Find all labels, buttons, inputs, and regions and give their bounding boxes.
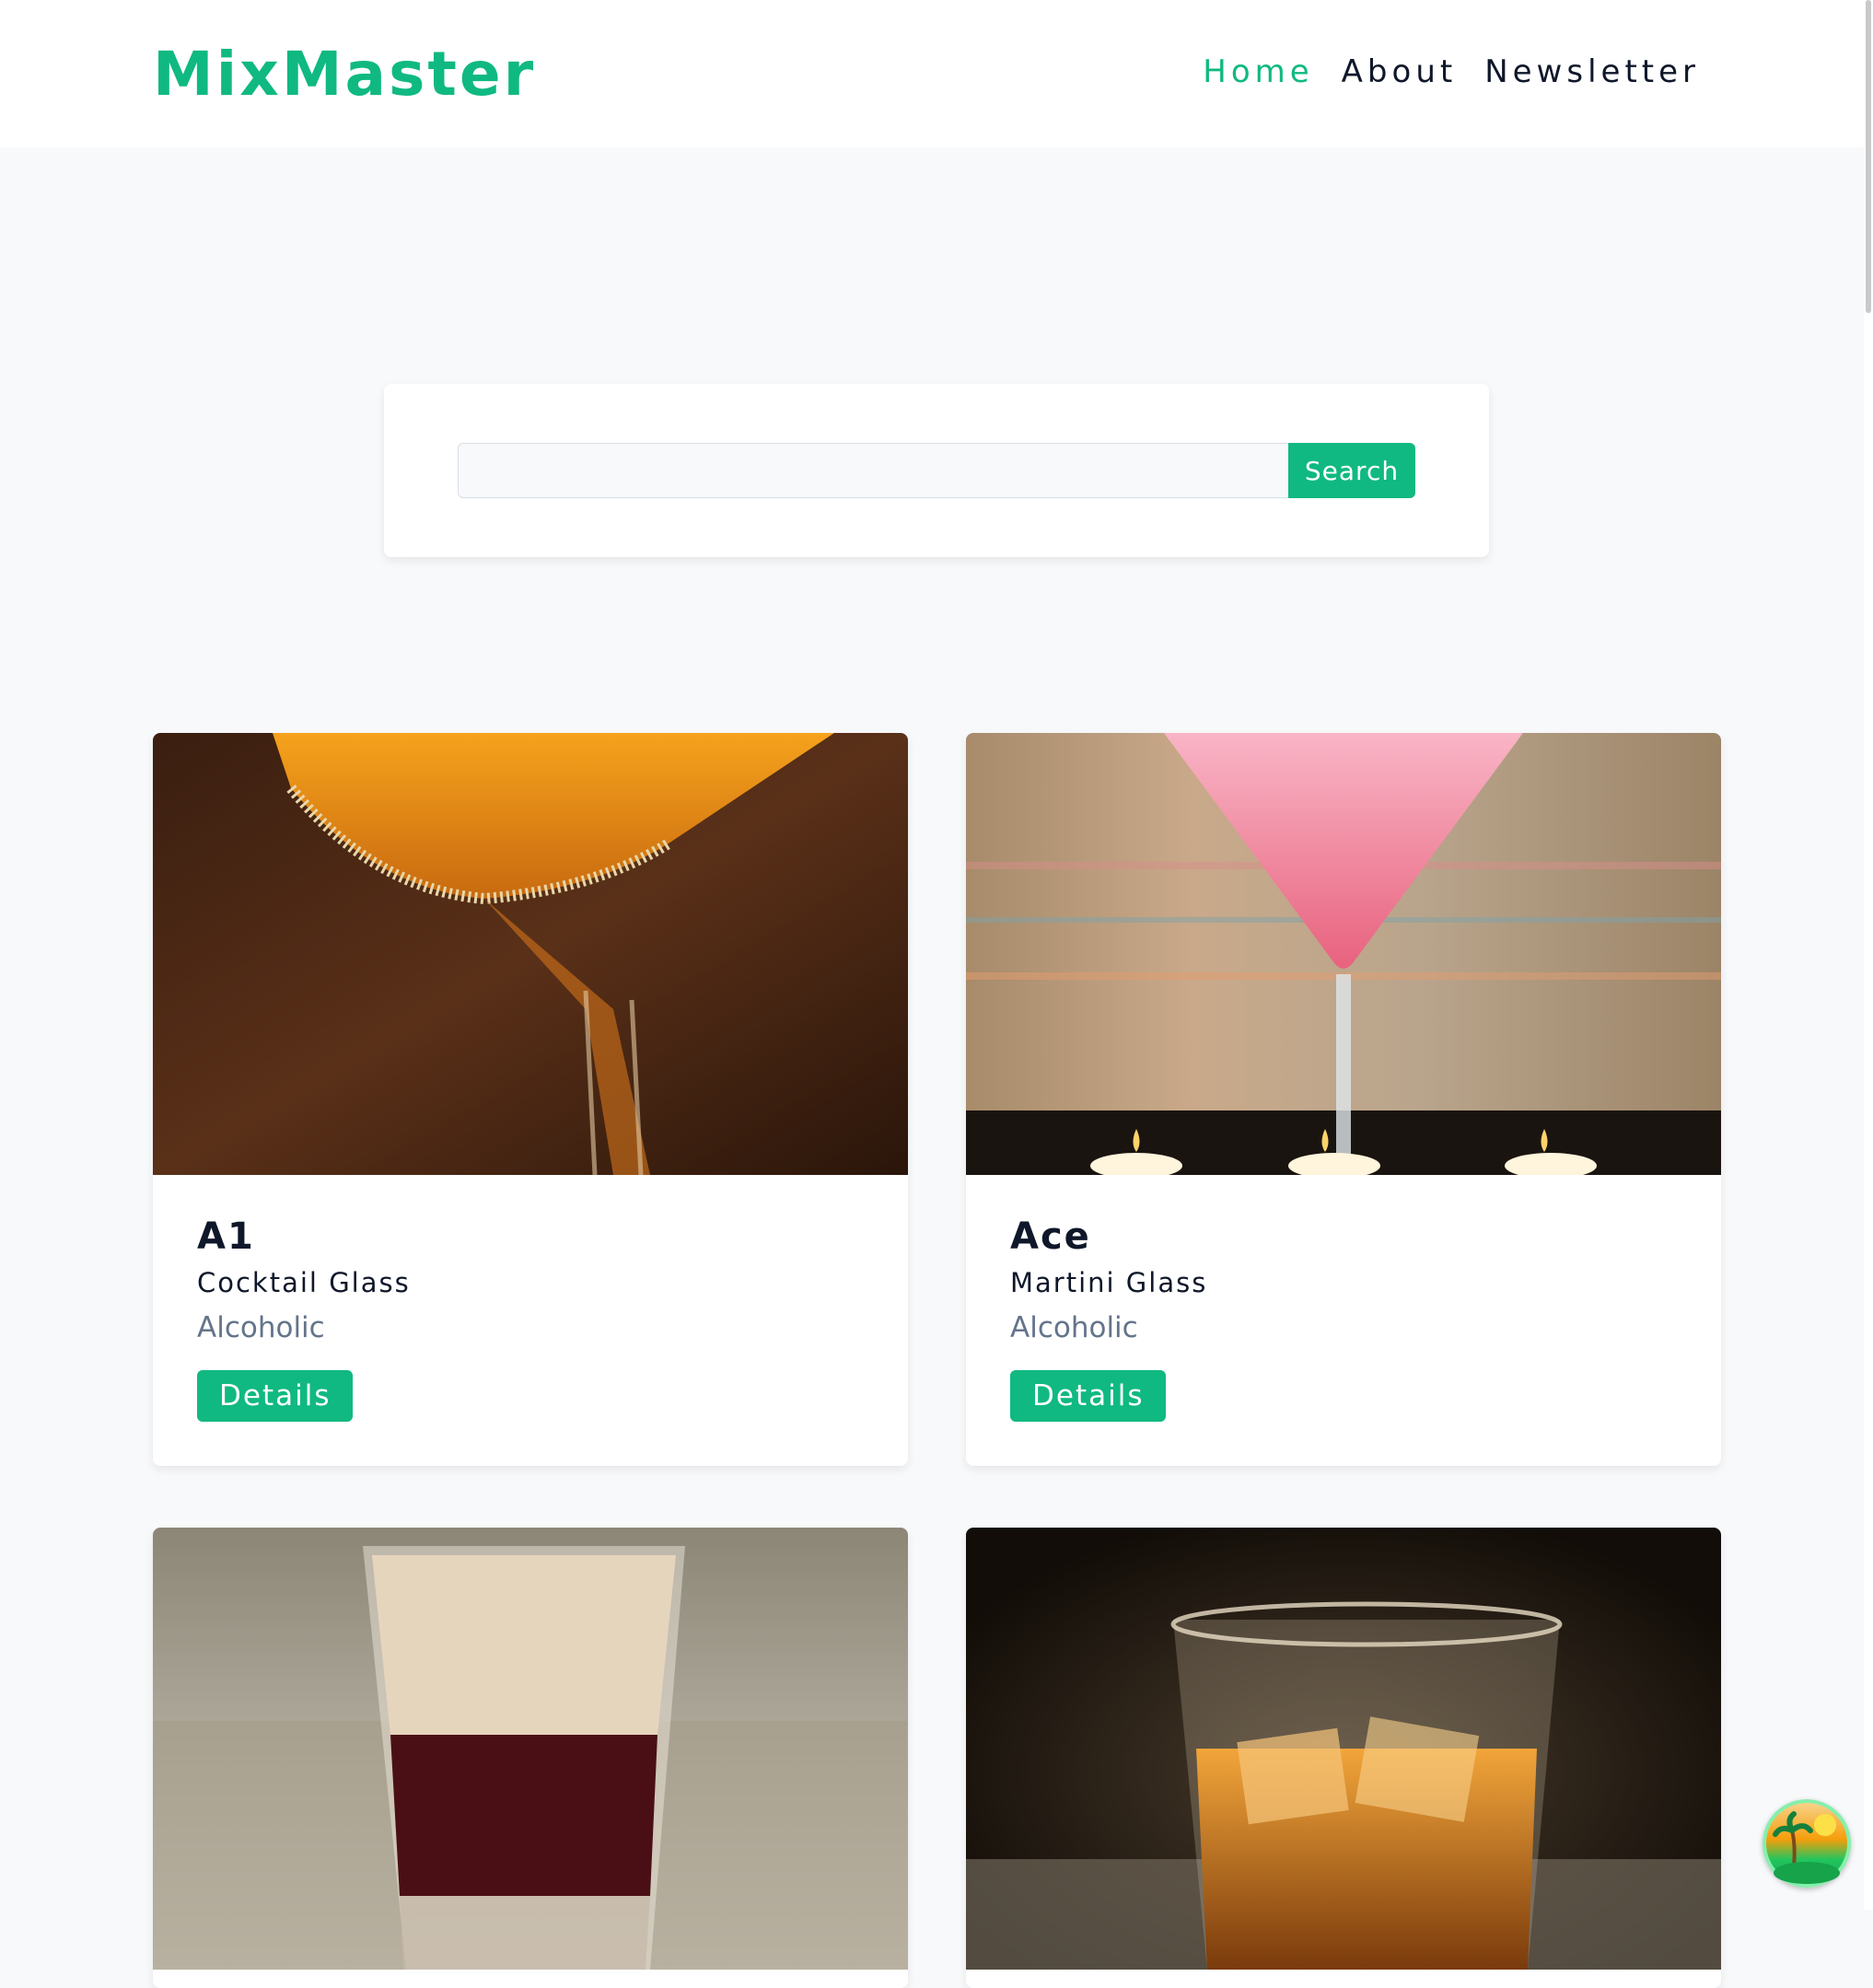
- nav-link-home[interactable]: Home: [1203, 53, 1313, 90]
- search-form: Search: [384, 384, 1489, 557]
- cocktail-card: [966, 1528, 1721, 1988]
- nav-link-newsletter[interactable]: Newsletter: [1484, 53, 1700, 90]
- navbar: MixMaster Home About Newsletter: [0, 0, 1864, 147]
- beach-island-icon[interactable]: [1762, 1799, 1851, 1888]
- search-input[interactable]: [458, 443, 1290, 498]
- cocktail-image: [966, 733, 1721, 1175]
- card-body: Ace Martini Glass Alcoholic Details: [966, 1175, 1721, 1466]
- cocktail-image: [153, 733, 908, 1175]
- cocktail-name: A1: [197, 1215, 255, 1258]
- scrollbar[interactable]: [1864, 0, 1873, 1910]
- details-button[interactable]: Details: [1010, 1370, 1167, 1422]
- cocktail-type: Alcoholic: [1010, 1311, 1138, 1344]
- nav-links: Home About Newsletter: [1203, 53, 1700, 90]
- scrollbar-thumb[interactable]: [1866, 0, 1871, 313]
- site-logo[interactable]: MixMaster: [153, 39, 536, 110]
- cocktail-type: Alcoholic: [197, 1311, 325, 1344]
- cocktail-glass: Cocktail Glass: [197, 1267, 411, 1298]
- cocktail-image: [966, 1528, 1721, 1970]
- cocktail-card: A1 Cocktail Glass Alcoholic Details: [153, 733, 908, 1466]
- cocktail-card: Ace Martini Glass Alcoholic Details: [966, 733, 1721, 1466]
- details-button[interactable]: Details: [197, 1370, 354, 1422]
- cocktail-name: Ace: [1010, 1215, 1091, 1258]
- nav-link-about[interactable]: About: [1342, 53, 1458, 90]
- cocktail-card: [153, 1528, 908, 1988]
- search-button[interactable]: Search: [1288, 443, 1415, 498]
- cocktail-glass: Martini Glass: [1010, 1267, 1208, 1298]
- card-body: A1 Cocktail Glass Alcoholic Details: [153, 1175, 908, 1466]
- cocktail-image: [153, 1528, 908, 1970]
